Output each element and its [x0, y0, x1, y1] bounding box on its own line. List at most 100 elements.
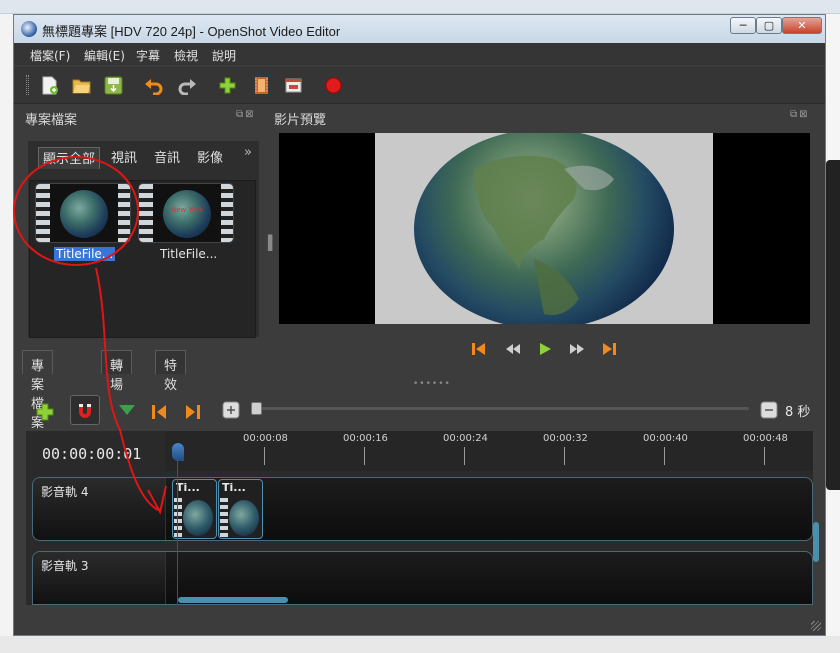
timeline-clip-2[interactable]: Ti...	[218, 479, 263, 539]
ruler-tick	[364, 447, 365, 465]
redo-icon[interactable]	[178, 76, 197, 95]
clip-thumbnail-image	[183, 500, 213, 536]
project-files-title: 專案檔案	[25, 113, 78, 128]
video-preview-title: 影片預覽	[274, 113, 327, 128]
previous-marker-icon[interactable]	[146, 399, 172, 425]
window-title: 無標題專案 [HDV 720 24p] - OpenShot Video Edi…	[42, 24, 341, 39]
vertical-splitter-handle[interactable]: ▪ ▪ ▪ ▪	[267, 233, 273, 254]
track-4[interactable]: 影音軌 4 Ti... Ti...	[32, 477, 819, 562]
play-icon[interactable]	[536, 340, 554, 358]
timeline-horizontal-scrollbar[interactable]	[178, 597, 288, 603]
track-header[interactable]: 影音軌 4	[33, 478, 166, 540]
jump-start-icon[interactable]	[470, 340, 488, 358]
menu-view[interactable]: 檢視	[174, 47, 198, 64]
magnet-icon	[79, 404, 91, 418]
ruler-label: 00:00:40	[643, 433, 688, 444]
next-marker-icon[interactable]	[180, 399, 206, 425]
tab-project-files[interactable]: 專案檔案	[22, 350, 54, 431]
zoom-out-icon[interactable]	[760, 401, 778, 419]
ruler-label: 00:00:08	[243, 433, 288, 444]
filmstrip-left	[36, 184, 50, 242]
title-bar: 無標題專案 [HDV 720 24p] - OpenShot Video Edi…	[14, 15, 825, 43]
rewind-icon[interactable]	[504, 340, 522, 358]
earth-preview-image	[414, 133, 674, 324]
filter-tab-video[interactable]: 視訊	[111, 147, 137, 166]
clip-label: Ti...	[222, 481, 246, 494]
timeline-vertical-scrollbar[interactable]	[813, 522, 819, 562]
ruler-label: 00:00:48	[743, 433, 788, 444]
minimize-button[interactable]: ─	[730, 17, 756, 34]
background-window-left	[0, 14, 14, 653]
ruler-tick	[764, 447, 765, 465]
filter-more-chevron-icon[interactable]: »	[244, 145, 252, 160]
fast-forward-icon[interactable]	[568, 340, 586, 358]
timeline-clip-1[interactable]: Ti...	[172, 479, 217, 539]
file-thumbnail-2[interactable]: New York	[138, 183, 234, 243]
earth-thumbnail-image	[163, 190, 211, 238]
playhead-handle[interactable]	[172, 443, 184, 461]
zoom-in-icon[interactable]	[222, 401, 240, 419]
zoom-slider-handle[interactable]	[251, 402, 262, 415]
add-track-icon[interactable]	[32, 399, 58, 425]
add-icon[interactable]	[218, 76, 237, 95]
filmstrip-right	[118, 184, 130, 242]
background-window-dark-edge	[826, 160, 840, 490]
continent-shapes	[474, 155, 614, 315]
ruler-label: 00:00:16	[343, 433, 388, 444]
jump-end-icon[interactable]	[600, 340, 618, 358]
fullscreen-icon[interactable]	[284, 76, 303, 95]
track-name: 影音軌 3	[41, 559, 89, 573]
menu-help[interactable]: 說明	[212, 47, 236, 64]
open-folder-icon[interactable]	[72, 76, 91, 95]
menu-bar: 檔案(F) 編輯(E) 字幕 檢視 說明	[14, 43, 825, 65]
maximize-button[interactable]: ▢	[756, 17, 782, 34]
record-icon[interactable]	[324, 76, 343, 95]
track-name: 影音軌 4	[41, 485, 89, 499]
ruler-tick	[264, 447, 265, 465]
main-toolbar	[14, 67, 825, 104]
file-label-2[interactable]: TitleFile...	[160, 247, 217, 261]
background-window-bottom	[0, 636, 840, 653]
filmstrip-right	[221, 184, 233, 242]
marker-icon[interactable]	[114, 399, 140, 425]
preview-dock-buttons[interactable]: ⧉⊠	[790, 109, 810, 120]
film-icon[interactable]	[252, 76, 271, 95]
filter-tab-image[interactable]: 影像	[197, 147, 223, 166]
status-bar	[14, 609, 825, 635]
tab-transitions[interactable]: 轉場	[101, 350, 133, 393]
track-3[interactable]: 影音軌 3	[32, 551, 813, 605]
save-icon[interactable]	[104, 76, 123, 95]
new-file-icon[interactable]	[40, 76, 59, 95]
file-thumbnail-1[interactable]	[35, 183, 131, 243]
timeline-ruler[interactable]: 00:00:08 00:00:16 00:00:24 00:00:32 00:0…	[165, 431, 813, 471]
resize-grip[interactable]	[811, 621, 821, 631]
file-label-1[interactable]: TitleFile...	[54, 247, 116, 261]
project-files-dock-buttons[interactable]: ⧉⊠	[236, 109, 256, 120]
toolbar-grip[interactable]	[26, 75, 29, 95]
close-button[interactable]: ✕	[782, 17, 822, 34]
clip-filmstrip	[220, 498, 228, 538]
clip-thumbnail-image	[229, 500, 259, 536]
clip-filmstrip	[174, 498, 182, 538]
filter-tab-all[interactable]: 顯示全部	[38, 147, 101, 169]
snapping-toggle-button[interactable]	[70, 395, 100, 425]
track-header[interactable]: 影音軌 3	[33, 552, 166, 604]
undo-icon[interactable]	[144, 76, 163, 95]
openshot-app-icon	[21, 21, 37, 37]
clip-label: Ti...	[176, 481, 200, 494]
preview-frame	[375, 133, 713, 324]
zoom-slider-track[interactable]	[255, 407, 749, 410]
menu-subtitles[interactable]: 字幕	[136, 47, 160, 64]
filter-tab-audio[interactable]: 音訊	[154, 147, 180, 166]
tab-effects[interactable]: 特效	[155, 350, 187, 393]
zoom-scale-label: 8 秒	[785, 405, 811, 420]
earth-thumbnail-image	[60, 190, 108, 238]
thumbnail-overlay-text: New York	[171, 206, 204, 214]
ruler-label: 00:00:24	[443, 433, 488, 444]
menu-file[interactable]: 檔案(F)	[30, 47, 70, 64]
menu-edit[interactable]: 編輯(E)	[84, 47, 125, 64]
horizontal-splitter-handle[interactable]: ••••••	[413, 379, 451, 389]
filmstrip-left	[139, 184, 153, 242]
files-grid: TitleFile... New York TitleFile...	[29, 180, 256, 338]
openshot-window: 無標題專案 [HDV 720 24p] - OpenShot Video Edi…	[13, 14, 826, 636]
